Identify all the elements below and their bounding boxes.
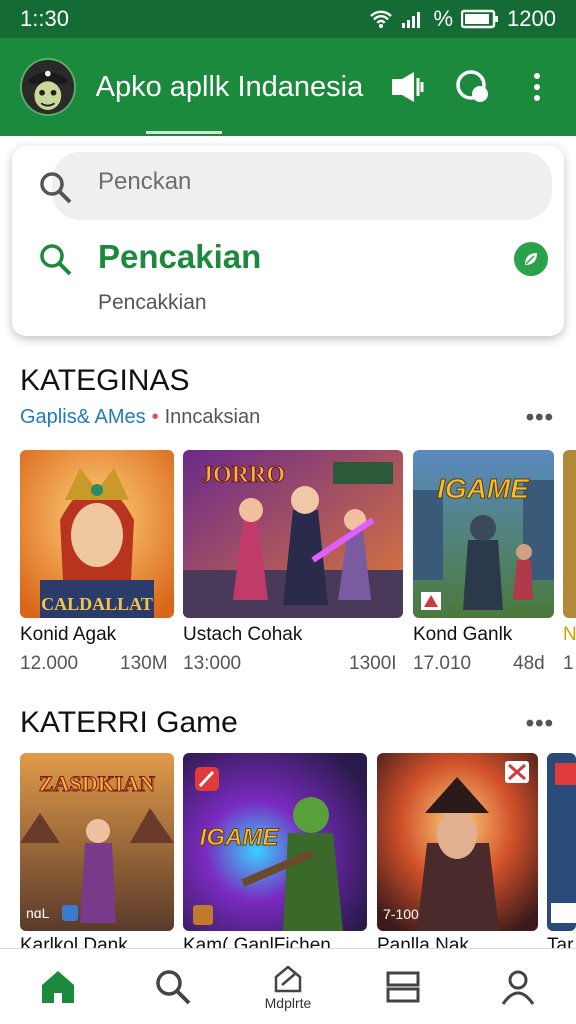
suggestion-title[interactable]: Pencakian — [98, 238, 261, 276]
game-cover-image — [547, 753, 576, 931]
section-title-categories: KATEGINAS — [20, 364, 190, 397]
game-cover-image — [563, 450, 576, 618]
cover-badge: nɑL — [26, 905, 50, 921]
game-cover-image: IGAME — [413, 450, 554, 618]
game-card[interactable]: IGAME Kam( GanlFichen — [183, 753, 367, 956]
game-card[interactable]: CALDALLAT Konid Agak 12.000 130M — [20, 450, 174, 680]
section-more-button[interactable]: ••• — [526, 404, 554, 432]
section-subtitle: Gaplis& AMes • Inncaksian — [20, 406, 260, 429]
game-cover-image: ZASDKIAN nɑL — [20, 753, 174, 931]
game-card[interactable]: JORRO Ustach Cohak 13:000 1300I — [183, 450, 403, 680]
profile-icon — [502, 970, 535, 1005]
suggestion-subtitle: Pencakkian — [98, 291, 207, 314]
nav-update-label: Mdplrte — [264, 994, 312, 1011]
status-battery-text: 1200 — [507, 6, 556, 31]
more-vertical-icon — [533, 73, 540, 101]
cover-title: IGAME — [437, 473, 530, 504]
game-name: Ustach Cohak — [183, 624, 303, 645]
update-icon — [274, 964, 302, 992]
nav-update[interactable]: Mdplrte — [248, 952, 328, 1022]
battery-icon — [461, 9, 499, 29]
wifi-icon — [370, 10, 393, 28]
nav-search[interactable] — [133, 952, 213, 1022]
game-card[interactable]: ZASDKIAN nɑL Karlkol Dank — [20, 753, 174, 956]
sync-button[interactable] — [454, 67, 492, 107]
category-link[interactable]: Gaplis& AMes — [20, 406, 146, 428]
status-time: 1::30 — [20, 6, 69, 31]
bottom-navigation: Mdplrte — [0, 948, 576, 1024]
search-panel: Pencakian Pencakkian — [12, 146, 564, 336]
search-icon — [156, 969, 191, 1004]
signal-icon — [402, 12, 421, 28]
app-title: Apko apllk Indanesia — [95, 70, 364, 103]
game-downloads: 17.010 — [413, 653, 472, 674]
sync-icon — [455, 70, 488, 102]
game-cover-image: IGAME — [183, 753, 367, 931]
overflow-menu-button[interactable] — [518, 67, 556, 107]
game-cover-image: CALDALLAT — [20, 450, 174, 618]
avatar[interactable] — [20, 58, 76, 116]
game-card[interactable]: 7-100 Panlla Nak — [377, 753, 538, 956]
cover-title: JORRO — [201, 462, 285, 488]
section-more-button[interactable]: ••• — [526, 710, 554, 738]
list-icon — [386, 971, 420, 1002]
game-size: 130M — [120, 653, 168, 674]
tab-indicator — [146, 131, 222, 134]
app-bar: Apko apllk Indanesia — [0, 38, 576, 136]
game-downloads: 1 — [563, 653, 574, 674]
leaf-icon — [525, 253, 537, 265]
nav-profile[interactable] — [478, 952, 558, 1022]
game-name: Konid Agak — [20, 624, 117, 645]
game-cover-image: 7-100 — [377, 753, 538, 931]
game-name: Kond Ganlk — [413, 624, 513, 645]
volume-button[interactable] — [389, 67, 427, 107]
category-label[interactable]: Inncaksian — [165, 406, 261, 428]
leaf-badge[interactable] — [514, 242, 548, 276]
speaker-icon — [392, 72, 424, 102]
cover-title: CALDALLAT — [41, 594, 153, 614]
nav-library[interactable] — [363, 952, 443, 1022]
home-icon — [41, 970, 74, 1003]
game-size: 48d — [513, 653, 545, 674]
game-card-partial[interactable]: N 1 — [563, 450, 576, 680]
game-name: N — [563, 624, 576, 645]
search-icon — [40, 172, 72, 204]
suggestion-search-icon — [40, 244, 72, 276]
game-downloads: 13:000 — [183, 653, 242, 674]
nav-home[interactable] — [18, 952, 98, 1022]
game-card-partial[interactable]: Tar — [547, 753, 576, 953]
status-bar: 1::30 % 1200 — [0, 0, 576, 38]
game-size: 1300I — [349, 653, 397, 674]
search-input[interactable] — [98, 168, 458, 196]
separator-dot: • — [151, 406, 159, 428]
percent-icon: % — [433, 6, 454, 31]
cover-badge: 7-100 — [383, 906, 419, 922]
cover-title: ZASDKIAN — [39, 771, 155, 796]
game-card[interactable]: IGAME Kond Ganlk 17.010 48d — [413, 450, 554, 680]
game-downloads: 12.000 — [20, 653, 79, 674]
cover-title: IGAME — [200, 824, 280, 851]
game-cover-image: JORRO — [183, 450, 403, 618]
pirate-avatar-icon — [22, 61, 74, 113]
section-title-games: KATERRI Game — [20, 706, 238, 739]
